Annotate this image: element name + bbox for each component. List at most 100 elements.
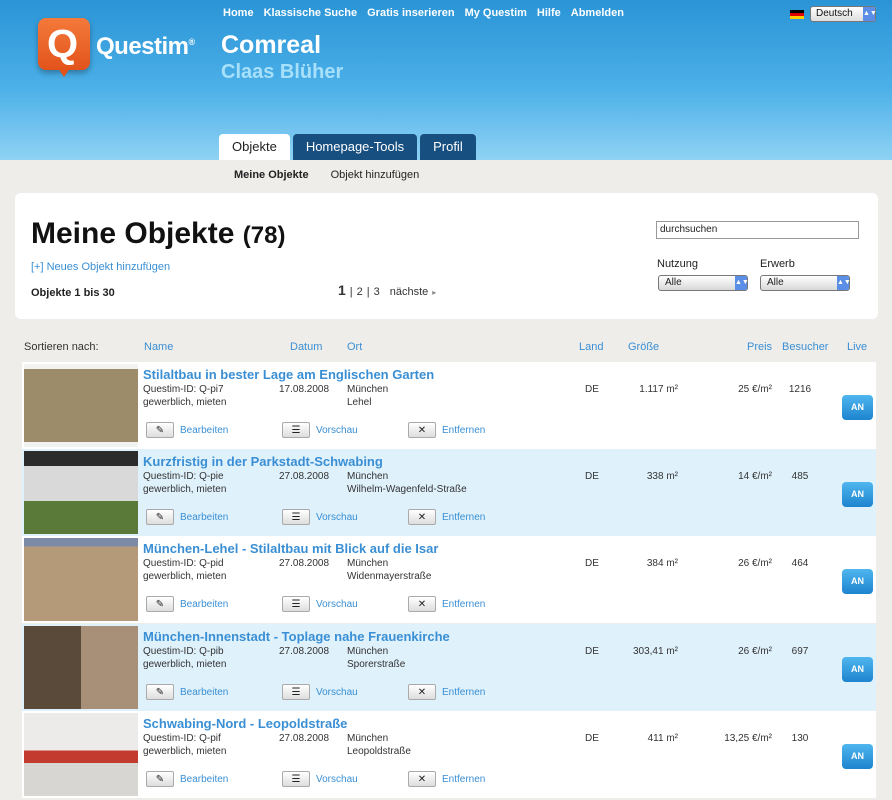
object-price: 26 €/m²	[738, 558, 772, 569]
remove-x-icon[interactable]: ✕	[408, 684, 436, 700]
edit-pencil-icon[interactable]: ✎	[146, 771, 174, 787]
edit-label[interactable]: Bearbeiten	[180, 687, 228, 698]
page-3[interactable]: 3	[374, 286, 380, 298]
object-city: München	[347, 558, 389, 569]
subnav-my-objects[interactable]: Meine Objekte	[234, 169, 309, 181]
live-toggle-button[interactable]: AN	[842, 744, 873, 769]
nav-classic-search-link[interactable]: Klassische Suche	[264, 7, 358, 19]
edit-action[interactable]: ✎ Bearbeiten	[146, 596, 228, 612]
page-1[interactable]: 1	[338, 282, 346, 298]
edit-label[interactable]: Bearbeiten	[180, 425, 228, 436]
preview-document-icon[interactable]: ☰	[282, 684, 310, 700]
logo-speech-tail	[58, 68, 70, 77]
object-title-link[interactable]: Kurzfristig in der Parkstadt-Schwabing	[143, 454, 383, 469]
edit-label[interactable]: Bearbeiten	[180, 774, 228, 785]
object-title-link[interactable]: Schwabing-Nord - Leopoldstraße	[143, 716, 347, 731]
preview-action[interactable]: ☰ Vorschau	[282, 422, 358, 438]
remove-x-icon[interactable]: ✕	[408, 596, 436, 612]
object-visitors: 1216	[788, 384, 812, 395]
edit-action[interactable]: ✎ Bearbeiten	[146, 684, 228, 700]
sort-ort[interactable]: Ort	[347, 341, 362, 353]
page-2[interactable]: 2	[357, 286, 363, 298]
remove-action[interactable]: ✕ Entfernen	[408, 509, 485, 525]
sort-groesse[interactable]: Größe	[628, 341, 659, 353]
edit-action[interactable]: ✎ Bearbeiten	[146, 509, 228, 525]
live-toggle-button[interactable]: AN	[842, 395, 873, 420]
subnav-add-object[interactable]: Objekt hinzufügen	[331, 169, 420, 181]
edit-pencil-icon[interactable]: ✎	[146, 509, 174, 525]
preview-action[interactable]: ☰ Vorschau	[282, 771, 358, 787]
sort-besucher[interactable]: Besucher	[782, 341, 828, 353]
language-select[interactable]: Deutsch ▲▼	[810, 6, 877, 22]
sort-preis[interactable]: Preis	[747, 341, 772, 353]
edit-label[interactable]: Bearbeiten	[180, 512, 228, 523]
preview-document-icon[interactable]: ☰	[282, 771, 310, 787]
preview-label[interactable]: Vorschau	[316, 512, 358, 523]
object-price: 14 €/m²	[738, 471, 772, 482]
remove-label[interactable]: Entfernen	[442, 599, 485, 610]
remove-label[interactable]: Entfernen	[442, 774, 485, 785]
filter-erwerb-select[interactable]: Alle ▲▼	[760, 275, 851, 291]
nav-home-link[interactable]: Home	[223, 7, 254, 19]
remove-label[interactable]: Entfernen	[442, 512, 485, 523]
remove-action[interactable]: ✕ Entfernen	[408, 422, 485, 438]
object-date: 27.08.2008	[279, 558, 330, 569]
edit-pencil-icon[interactable]: ✎	[146, 596, 174, 612]
remove-x-icon[interactable]: ✕	[408, 509, 436, 525]
remove-label[interactable]: Entfernen	[442, 425, 485, 436]
logo-registered-mark: ®	[188, 37, 196, 47]
live-toggle-button[interactable]: AN	[842, 657, 873, 682]
object-thumbnail[interactable]	[24, 538, 138, 621]
preview-label[interactable]: Vorschau	[316, 425, 358, 436]
edit-label[interactable]: Bearbeiten	[180, 599, 228, 610]
preview-action[interactable]: ☰ Vorschau	[282, 596, 358, 612]
questim-logo-icon[interactable]: Q	[38, 18, 90, 70]
preview-label[interactable]: Vorschau	[316, 774, 358, 785]
preview-label[interactable]: Vorschau	[316, 599, 358, 610]
object-title-link[interactable]: Stilaltbau in bester Lage am Englischen …	[143, 367, 434, 382]
nav-help-link[interactable]: Hilfe	[537, 7, 561, 19]
nav-free-listing-link[interactable]: Gratis inserieren	[367, 7, 454, 19]
remove-x-icon[interactable]: ✕	[408, 771, 436, 787]
tab-profil[interactable]: Profil	[420, 134, 476, 160]
object-thumbnail[interactable]	[24, 713, 138, 796]
object-thumbnail[interactable]	[24, 364, 138, 447]
search-input[interactable]: durchsuchen	[656, 221, 859, 239]
object-thumbnail[interactable]	[24, 451, 138, 534]
next-page-link[interactable]: nächste	[390, 286, 429, 298]
edit-pencil-icon[interactable]: ✎	[146, 684, 174, 700]
tab-objekte[interactable]: Objekte	[219, 134, 290, 160]
object-thumbnail[interactable]	[24, 626, 138, 709]
sort-name[interactable]: Name	[144, 341, 173, 353]
add-object-link[interactable]: [+] Neues Objekt hinzufügen	[31, 261, 170, 273]
remove-action[interactable]: ✕ Entfernen	[408, 684, 485, 700]
remove-x-icon[interactable]: ✕	[408, 422, 436, 438]
live-toggle-button[interactable]: AN	[842, 569, 873, 594]
object-title-link[interactable]: München-Innenstadt - Toplage nahe Frauen…	[143, 629, 450, 644]
edit-pencil-icon[interactable]: ✎	[146, 422, 174, 438]
filter-nutzung-select[interactable]: Alle ▲▼	[658, 275, 749, 291]
nav-logout-link[interactable]: Abmelden	[571, 7, 624, 19]
remove-label[interactable]: Entfernen	[442, 687, 485, 698]
preview-action[interactable]: ☰ Vorschau	[282, 684, 358, 700]
tab-homepage-tools[interactable]: Homepage-Tools	[292, 134, 418, 160]
remove-action[interactable]: ✕ Entfernen	[408, 771, 485, 787]
edit-action[interactable]: ✎ Bearbeiten	[146, 422, 228, 438]
sort-land[interactable]: Land	[579, 341, 603, 353]
object-title-link[interactable]: München-Lehel - Stilaltbau mit Blick auf…	[143, 541, 438, 556]
preview-action[interactable]: ☰ Vorschau	[282, 509, 358, 525]
preview-document-icon[interactable]: ☰	[282, 509, 310, 525]
preview-document-icon[interactable]: ☰	[282, 422, 310, 438]
object-visitors: 485	[791, 471, 809, 482]
page-title: Meine Objekte (78)	[31, 217, 285, 251]
preview-label[interactable]: Vorschau	[316, 687, 358, 698]
preview-document-icon[interactable]: ☰	[282, 596, 310, 612]
edit-action[interactable]: ✎ Bearbeiten	[146, 771, 228, 787]
sort-datum[interactable]: Datum	[290, 341, 322, 353]
table-row: Schwabing-Nord - Leopoldstraße Questim-I…	[22, 711, 876, 798]
sort-live[interactable]: Live	[847, 341, 867, 353]
live-toggle-button[interactable]: AN	[842, 482, 873, 507]
remove-action[interactable]: ✕ Entfernen	[408, 596, 485, 612]
select-arrows-icon: ▲▼	[863, 7, 877, 21]
nav-my-questim-link[interactable]: My Questim	[465, 7, 527, 19]
